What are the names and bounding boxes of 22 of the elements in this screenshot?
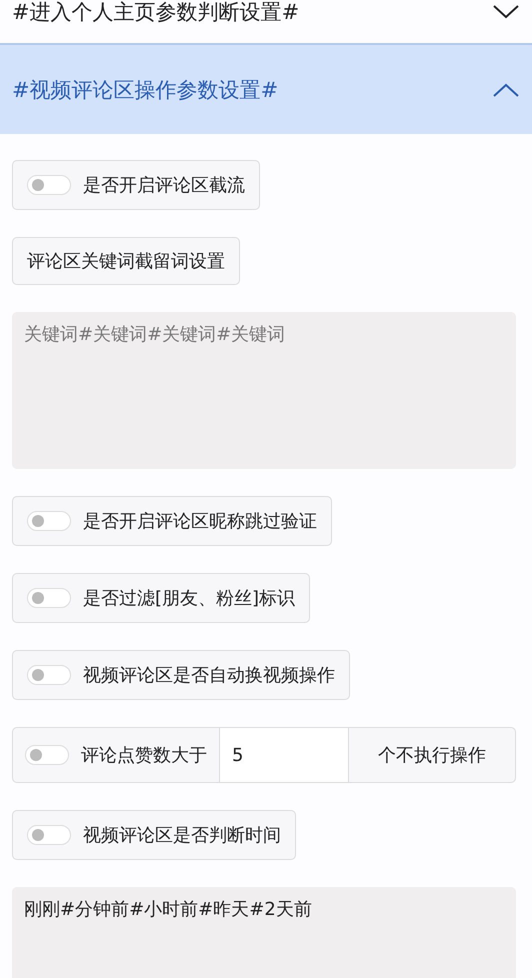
toggle-switch[interactable] [27, 588, 71, 608]
text-area[interactable]: 刚刚#分钟前#小时前#昨天#2天前 [12, 887, 516, 978]
chevron-up-icon [492, 82, 520, 98]
toggle-switch[interactable] [27, 175, 71, 195]
section-header[interactable]: #视频评论区操作参数设置# [0, 45, 532, 134]
toggle-label: 是否开启评论区昵称跳过验证 [83, 510, 317, 533]
toggle-switch[interactable] [27, 825, 71, 845]
number-field[interactable]: 5 [219, 728, 349, 782]
toggle-switch[interactable] [27, 511, 71, 531]
settings-button[interactable]: 评论区关键词截留词设置 [12, 237, 240, 285]
section-title: #视频评论区操作参数设置# [12, 76, 278, 104]
toggle-label: 是否过滤[朋友、粉丝]标识 [83, 587, 296, 610]
text-area[interactable]: 关键词#关键词#关键词#关键词 [12, 312, 516, 469]
toggle-label: 评论点赞数大于 [81, 744, 207, 767]
chevron-down-icon [492, 4, 520, 20]
toggle-switch[interactable] [27, 665, 71, 685]
toggle-switch[interactable] [25, 745, 69, 765]
toggle-label: 是否开启评论区截流 [83, 174, 245, 197]
toggle-label: 视频评论区是否自动换视频操作 [83, 664, 335, 687]
toggle-label: 视频评论区是否判断时间 [83, 824, 281, 847]
suffix-label: 个不执行操作 [377, 744, 487, 768]
section-title: #进入个人主页参数判断设置# [12, 0, 300, 26]
